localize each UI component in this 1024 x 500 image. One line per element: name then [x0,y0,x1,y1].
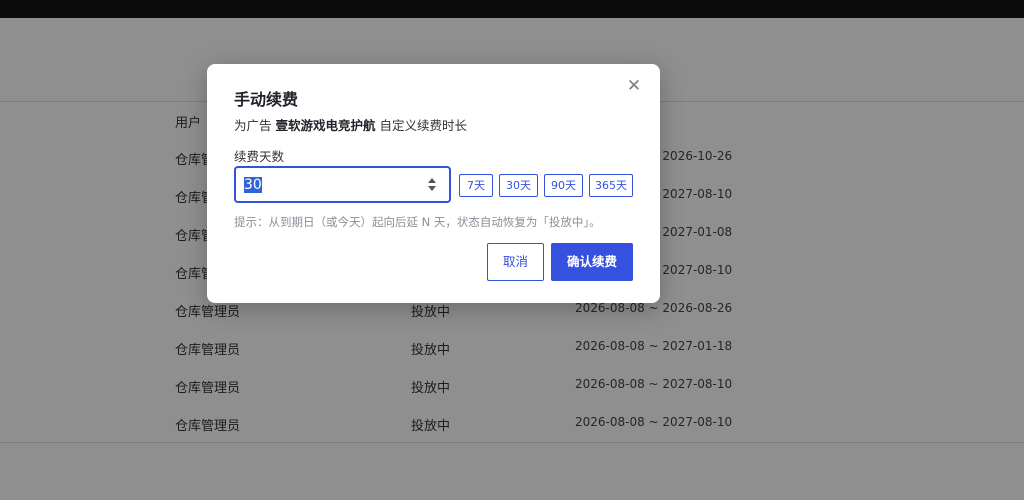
preset-365-days-button[interactable]: 365天 [589,174,633,197]
subtitle-suffix: 自定义续费时长 [379,118,468,133]
confirm-renew-button[interactable]: 确认续费 [551,243,633,281]
dialog-title: 手动续费 [234,90,299,109]
days-input-wrapper[interactable] [234,166,451,203]
preset-7-days-button[interactable]: 7天 [459,174,493,197]
hint-text: 提示：从到期日（或今天）起向后延 N 天，状态自动恢复为「投放中」。 [234,215,601,229]
spin-up-icon[interactable] [428,178,436,183]
cancel-button[interactable]: 取消 [487,243,544,281]
close-icon[interactable]: ✕ [625,77,643,95]
days-field-label: 续费天数 [234,149,285,164]
renew-dialog: ✕ 手动续费 为广告 壹软游戏电竞护航 自定义续费时长 续费天数 7天 30天 … [207,64,660,303]
days-input[interactable] [244,174,414,196]
top-bar [0,0,1024,18]
dialog-subtitle: 为广告 壹软游戏电竞护航 自定义续费时长 [234,115,467,134]
ad-name: 壹软游戏电竞护航 [275,118,376,133]
preset-90-days-button[interactable]: 90天 [544,174,583,197]
spin-down-icon[interactable] [428,186,436,191]
preset-30-days-button[interactable]: 30天 [499,174,538,197]
subtitle-prefix: 为广告 [234,118,272,133]
number-stepper[interactable] [427,177,437,193]
